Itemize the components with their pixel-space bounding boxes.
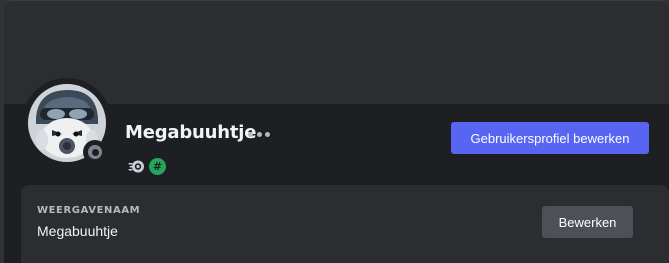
edit-user-profile-button[interactable]: Gebruikersprofiel bewerken [451,122,649,154]
dot [248,131,253,137]
badge-list: # [128,158,166,175]
offline-status-icon [88,145,102,159]
display-name-value: Megabuuhtje [37,223,118,239]
edit-display-name-button[interactable]: Bewerken [542,206,633,238]
display-name-label: WEERGAVENAAM [37,205,141,216]
hashtag-icon[interactable]: # [149,158,166,175]
dot [256,131,262,137]
nitro-boost-icon[interactable] [128,158,145,175]
username: Megabuuhtje [125,122,257,143]
dot [265,131,270,137]
more-options-icon[interactable] [248,125,270,143]
profile-banner [4,0,669,104]
